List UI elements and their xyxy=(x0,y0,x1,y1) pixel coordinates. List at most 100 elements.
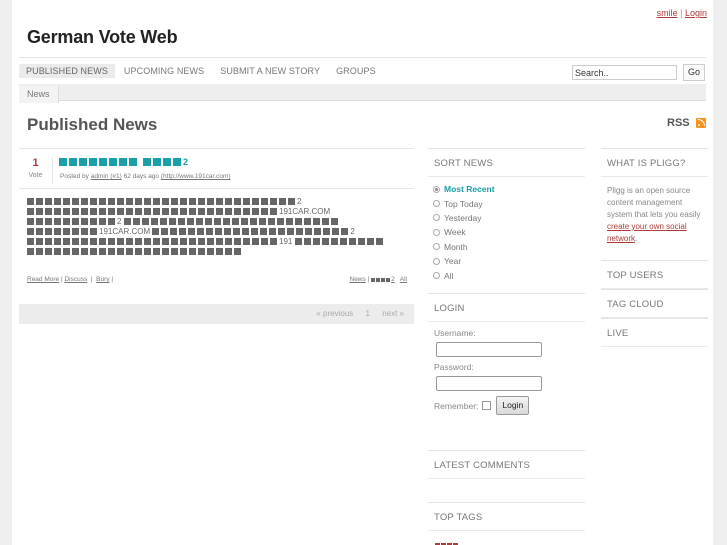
body-line: 191 xyxy=(27,237,406,247)
password-label: Password: xyxy=(434,362,474,372)
nav-item-upcoming-news[interactable]: UPCOMING NEWS xyxy=(117,64,211,78)
vote-label: Vote xyxy=(28,172,43,179)
login-heading: LOGIN xyxy=(428,293,585,322)
body-text-fragment: 2 xyxy=(117,217,124,226)
radio-icon xyxy=(433,214,440,222)
rss-icon xyxy=(695,118,706,128)
source-url-link[interactable]: (http://www.191car.com) xyxy=(161,173,231,180)
live-box[interactable]: LIVE xyxy=(601,318,708,347)
search-input[interactable] xyxy=(572,65,677,80)
nav-item-published-news[interactable]: PUBLISHED NEWS xyxy=(19,64,115,78)
page: smile | Login German Vote Web PUBLISHED … xyxy=(12,0,713,545)
sort-news-heading: SORT NEWS xyxy=(428,148,585,177)
title-glyph xyxy=(173,158,181,166)
title-glyph xyxy=(89,158,97,166)
bury-link[interactable]: Bury xyxy=(96,276,109,283)
login-link[interactable]: Login xyxy=(685,8,707,18)
sort-option-year[interactable]: Year xyxy=(433,254,580,268)
pager-previous[interactable]: « previous xyxy=(316,309,353,318)
user-profile-link[interactable]: smile xyxy=(657,8,678,18)
top-users-box[interactable]: TOP USERS xyxy=(601,260,708,289)
body-text-fragment: 191CAR.COM xyxy=(279,207,331,216)
category-news-link[interactable]: News xyxy=(350,276,366,283)
radio-icon xyxy=(433,272,440,280)
meta-prefix: Posted by xyxy=(60,173,89,180)
title-glyph xyxy=(59,158,67,166)
sub-nav: News xyxy=(19,84,706,103)
body-line: 2 xyxy=(27,217,406,227)
sort-options: Most Recent Top Today Yesterday Week Mon… xyxy=(428,177,585,283)
password-input[interactable] xyxy=(436,376,542,391)
top-tag-link[interactable] xyxy=(435,534,459,545)
page-title: Published News xyxy=(27,115,158,134)
category-all-link[interactable]: All xyxy=(400,276,407,283)
category-sub-link[interactable]: 2 xyxy=(371,276,395,283)
title-glyph xyxy=(119,158,127,166)
story-age: 62 days ago xyxy=(123,173,160,180)
title-glyph xyxy=(99,158,107,166)
story-item: 1 Vote 2 Posted by admin (#1) 62 days ag… xyxy=(19,148,414,283)
main-nav: PUBLISHED NEWS UPCOMING NEWS SUBMIT A NE… xyxy=(19,64,385,78)
story-meta: Posted by admin (#1) 62 days ago (http:/… xyxy=(60,173,231,180)
sort-option-yesterday[interactable]: Yesterday xyxy=(433,211,580,225)
username-input[interactable] xyxy=(436,342,542,357)
login-form: Username: Password: Remember: Login xyxy=(428,322,585,415)
top-tags-heading: TOP TAGS xyxy=(428,502,585,531)
search-go-button[interactable]: Go xyxy=(683,64,705,81)
vote-box[interactable]: 1 Vote xyxy=(19,157,53,184)
radio-icon xyxy=(433,257,440,265)
top-users-heading[interactable]: TOP USERS xyxy=(601,260,708,289)
body-text-fragment: 191 xyxy=(279,237,295,246)
live-heading[interactable]: LIVE xyxy=(601,318,708,347)
story-title-glyphs xyxy=(59,154,183,168)
radio-icon xyxy=(433,200,440,208)
body-text-fragment: 2 xyxy=(297,197,302,206)
latest-comments-heading: LATEST COMMENTS xyxy=(428,450,585,479)
nav-item-groups[interactable]: GROUPS xyxy=(329,64,383,78)
separator: | xyxy=(680,8,683,18)
subnav-item-news[interactable]: News xyxy=(19,86,59,103)
nav-item-submit-story[interactable]: SUBMIT A NEW STORY xyxy=(213,64,327,78)
rss-link[interactable]: RSS xyxy=(667,117,706,129)
remember-checkbox[interactable] xyxy=(482,401,492,410)
title-glyph xyxy=(109,158,117,166)
tag-cloud-box[interactable]: TAG CLOUD xyxy=(601,289,708,318)
radio-icon xyxy=(433,185,440,193)
title-glyph xyxy=(143,158,151,166)
story-title[interactable]: 2 xyxy=(59,154,189,168)
sort-option-month[interactable]: Month xyxy=(433,240,580,254)
what-is-pligg-heading: WHAT IS PLIGG? xyxy=(601,148,708,177)
rss-label: RSS xyxy=(667,117,690,129)
login-box: LOGIN Username: Password: Remember: Logi… xyxy=(428,293,585,415)
login-button[interactable]: Login xyxy=(496,396,530,415)
story-title-suffix: 2 xyxy=(183,157,190,167)
discuss-link[interactable]: Discuss xyxy=(64,276,87,283)
body-line: 191CAR.COM xyxy=(27,207,406,217)
author-link[interactable]: admin (#1) xyxy=(91,173,122,180)
remember-label: Remember: xyxy=(434,400,479,411)
title-glyph xyxy=(163,158,171,166)
sort-option-top-today[interactable]: Top Today xyxy=(433,196,580,210)
read-more-link[interactable]: Read More xyxy=(27,276,59,283)
body-line: 191CAR.COM 2 xyxy=(27,227,406,237)
radio-icon xyxy=(433,243,440,251)
username-label: Username: xyxy=(434,328,476,338)
title-glyph xyxy=(153,158,161,166)
vote-count: 1 xyxy=(32,157,39,169)
title-glyph xyxy=(79,158,87,166)
divider xyxy=(19,57,706,58)
site-title[interactable]: German Vote Web xyxy=(27,27,178,48)
pager-current: 1 xyxy=(365,309,370,318)
what-is-pligg-text: Pligg is an open source content manageme… xyxy=(607,186,701,243)
sort-option-most-recent[interactable]: Most Recent xyxy=(433,182,580,196)
sort-option-all[interactable]: All xyxy=(433,268,580,282)
tag-cloud-heading[interactable]: TAG CLOUD xyxy=(601,289,708,318)
user-links: smile | Login xyxy=(657,8,707,18)
story-categories: News | 2 All xyxy=(349,276,408,283)
story-body: 2 191CAR.COM 2 191CAR.COM 2 191 xyxy=(19,188,414,268)
pager-next[interactable]: next » xyxy=(382,309,404,318)
title-glyph xyxy=(69,158,77,166)
sort-option-week[interactable]: Week xyxy=(433,225,580,239)
top-tags-box: TOP TAGS xyxy=(428,502,585,531)
create-network-link[interactable]: create your own social network xyxy=(607,222,687,243)
